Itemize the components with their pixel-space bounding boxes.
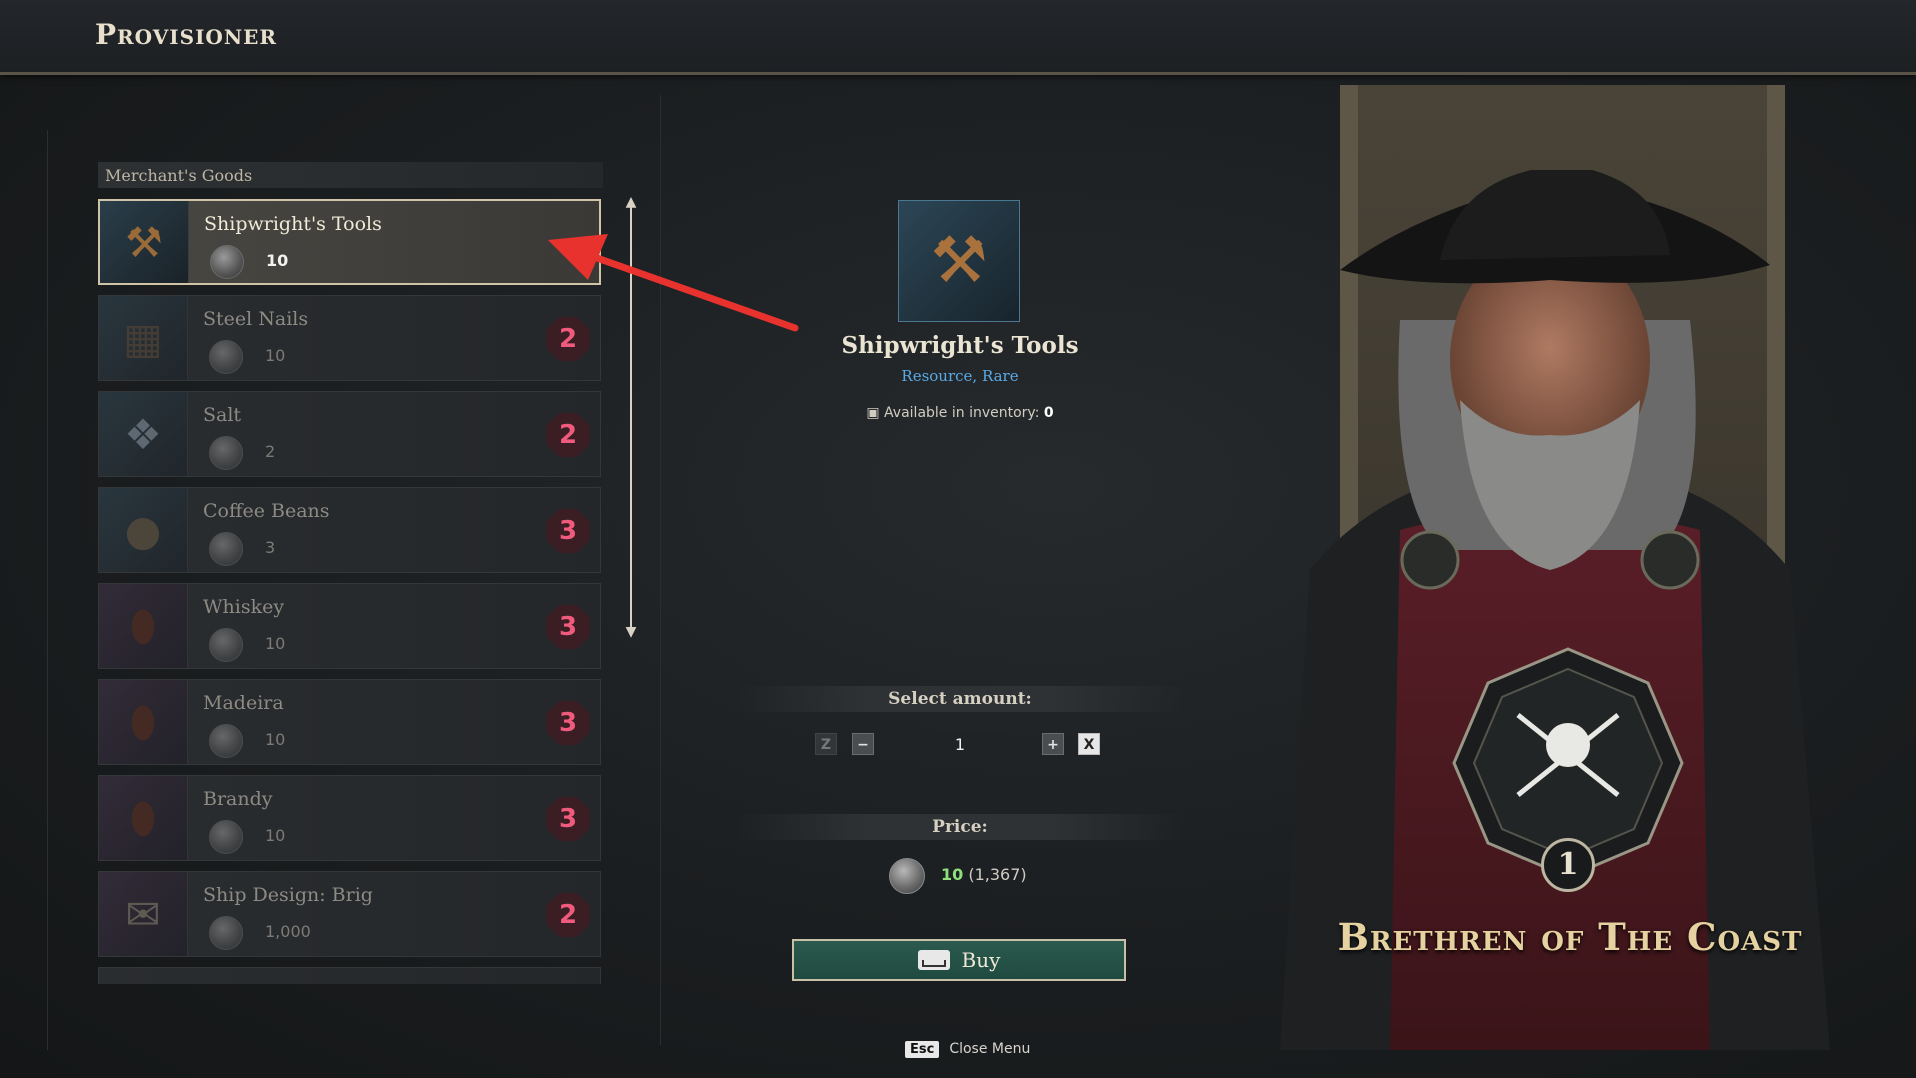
scroll-up-arrow-icon[interactable]: ▲ (623, 195, 639, 209)
goods-item-price: 3 (265, 538, 276, 557)
faction-name: Brethren of The Coast (1337, 915, 1803, 959)
goods-item-madeira[interactable]: ⬮ Madeira 10 3 (98, 679, 601, 765)
price-value: 10 (941, 865, 964, 884)
coin-icon (210, 245, 244, 279)
coin-icon (209, 532, 243, 566)
goods-section-title: Merchant's Goods (105, 166, 253, 185)
increase-key-hint: X (1078, 733, 1100, 755)
price-text: 10 (1,367) (941, 865, 1027, 884)
rank-badge: 3 (546, 701, 590, 745)
price-display: 10 (1,367) (885, 858, 1045, 894)
goods-item-salt[interactable]: ❖ Salt 2 2 (98, 391, 601, 477)
rank-badge: 3 (546, 797, 590, 841)
coin-icon (209, 340, 243, 374)
goods-item-coffee-beans[interactable]: ● Coffee Beans 3 3 (98, 487, 601, 573)
detail-item-subtitle: Resource, Rare (901, 367, 1019, 385)
scroll-icon: ✉ (99, 872, 188, 956)
nails-icon: ▦ (99, 296, 188, 380)
inventory-count: ▣ Available in inventory: 0 (760, 405, 1160, 421)
buy-button[interactable]: Buy (792, 939, 1126, 981)
price-section-header: Price: (735, 814, 1185, 840)
goods-item-price: 10 (265, 634, 286, 653)
sack-icon: ● (99, 488, 188, 572)
goods-item-name: Madeira (203, 692, 284, 714)
goods-item-price: 1,000 (265, 922, 311, 941)
increase-button[interactable]: + (1042, 733, 1064, 755)
scroll-down-arrow-icon[interactable]: ▼ (623, 625, 639, 639)
coin-icon (889, 858, 925, 894)
goods-item-name: Shipwright's Tools (204, 213, 382, 235)
annotation-arrow-icon (548, 234, 799, 332)
goods-item-partial[interactable] (98, 967, 601, 984)
amount-value[interactable]: 1 (885, 731, 1035, 759)
buy-label: Buy (961, 948, 1001, 972)
goods-list[interactable]: ⚒ Shipwright's Tools 10 ▦ Steel Nails 10… (98, 199, 603, 984)
backpack-icon: ▣ (866, 405, 880, 421)
spacebar-key-icon (917, 950, 950, 970)
header-bar: Provisioner (0, 0, 1916, 75)
goods-item-price: 10 (265, 826, 286, 845)
close-menu-label: Close Menu (949, 1041, 1031, 1057)
coin-icon (209, 628, 243, 662)
rank-badge: 3 (546, 509, 590, 553)
goods-item-name: Salt (203, 404, 242, 426)
detail-item-name: Shipwright's Tools (841, 332, 1079, 359)
tools-icon: ⚒ (930, 224, 988, 298)
goods-item-price: 10 (266, 251, 289, 270)
rank-badge: 2 (546, 893, 590, 937)
goods-item-name: Steel Nails (203, 308, 309, 330)
faction-level-badge: 1 (1541, 838, 1595, 892)
price-balance: (1,367) (968, 865, 1027, 884)
bottle-icon: ⬮ (99, 680, 188, 764)
amount-section-header: Select amount: (735, 686, 1185, 712)
bottle-icon: ⬮ (99, 584, 188, 668)
detail-item-image: ⚒ (898, 200, 1020, 322)
close-menu-hint[interactable]: Esc Close Menu (905, 1037, 1030, 1061)
decrease-key-hint: Z (815, 733, 837, 755)
goods-item-name: Whiskey (203, 596, 285, 618)
goods-item-name: Coffee Beans (203, 500, 330, 522)
esc-key-icon: Esc (905, 1040, 940, 1058)
goods-item-brandy[interactable]: ⬮ Brandy 10 3 (98, 775, 601, 861)
provisioner-screen: Provisioner Merchant's Goods ⚒ Shipwrigh… (0, 0, 1916, 1078)
goods-item-name: Ship Design: Brig (203, 884, 373, 906)
inventory-label: Available in inventory: (884, 405, 1040, 421)
salt-icon: ❖ (99, 392, 188, 476)
coin-icon (209, 916, 243, 950)
goods-section-header: Merchant's Goods (98, 162, 603, 188)
tools-icon: ⚒ (100, 201, 189, 283)
goods-item-price: 10 (265, 346, 286, 365)
bottle-icon: ⬮ (99, 776, 188, 860)
goods-item-shipwrights-tools[interactable]: ⚒ Shipwright's Tools 10 (98, 199, 601, 285)
coin-icon (209, 724, 243, 758)
goods-item-price: 10 (265, 730, 286, 749)
amount-stepper: Z − 1 + X (815, 731, 1105, 759)
goods-item-price: 2 (265, 442, 276, 461)
left-divider (47, 130, 48, 1050)
inventory-value: 0 (1043, 405, 1054, 421)
goods-item-steel-nails[interactable]: ▦ Steel Nails 10 2 (98, 295, 601, 381)
page-title: Provisioner (95, 18, 277, 51)
rank-badge: 3 (546, 605, 590, 649)
goods-item-ship-design-brig[interactable]: ✉ Ship Design: Brig 1,000 2 (98, 871, 601, 957)
coin-icon (209, 436, 243, 470)
goods-item-whiskey[interactable]: ⬮ Whiskey 10 3 (98, 583, 601, 669)
rank-badge: 2 (546, 413, 590, 457)
coin-icon (209, 820, 243, 854)
goods-item-name: Brandy (203, 788, 273, 810)
decrease-button[interactable]: − (852, 733, 874, 755)
